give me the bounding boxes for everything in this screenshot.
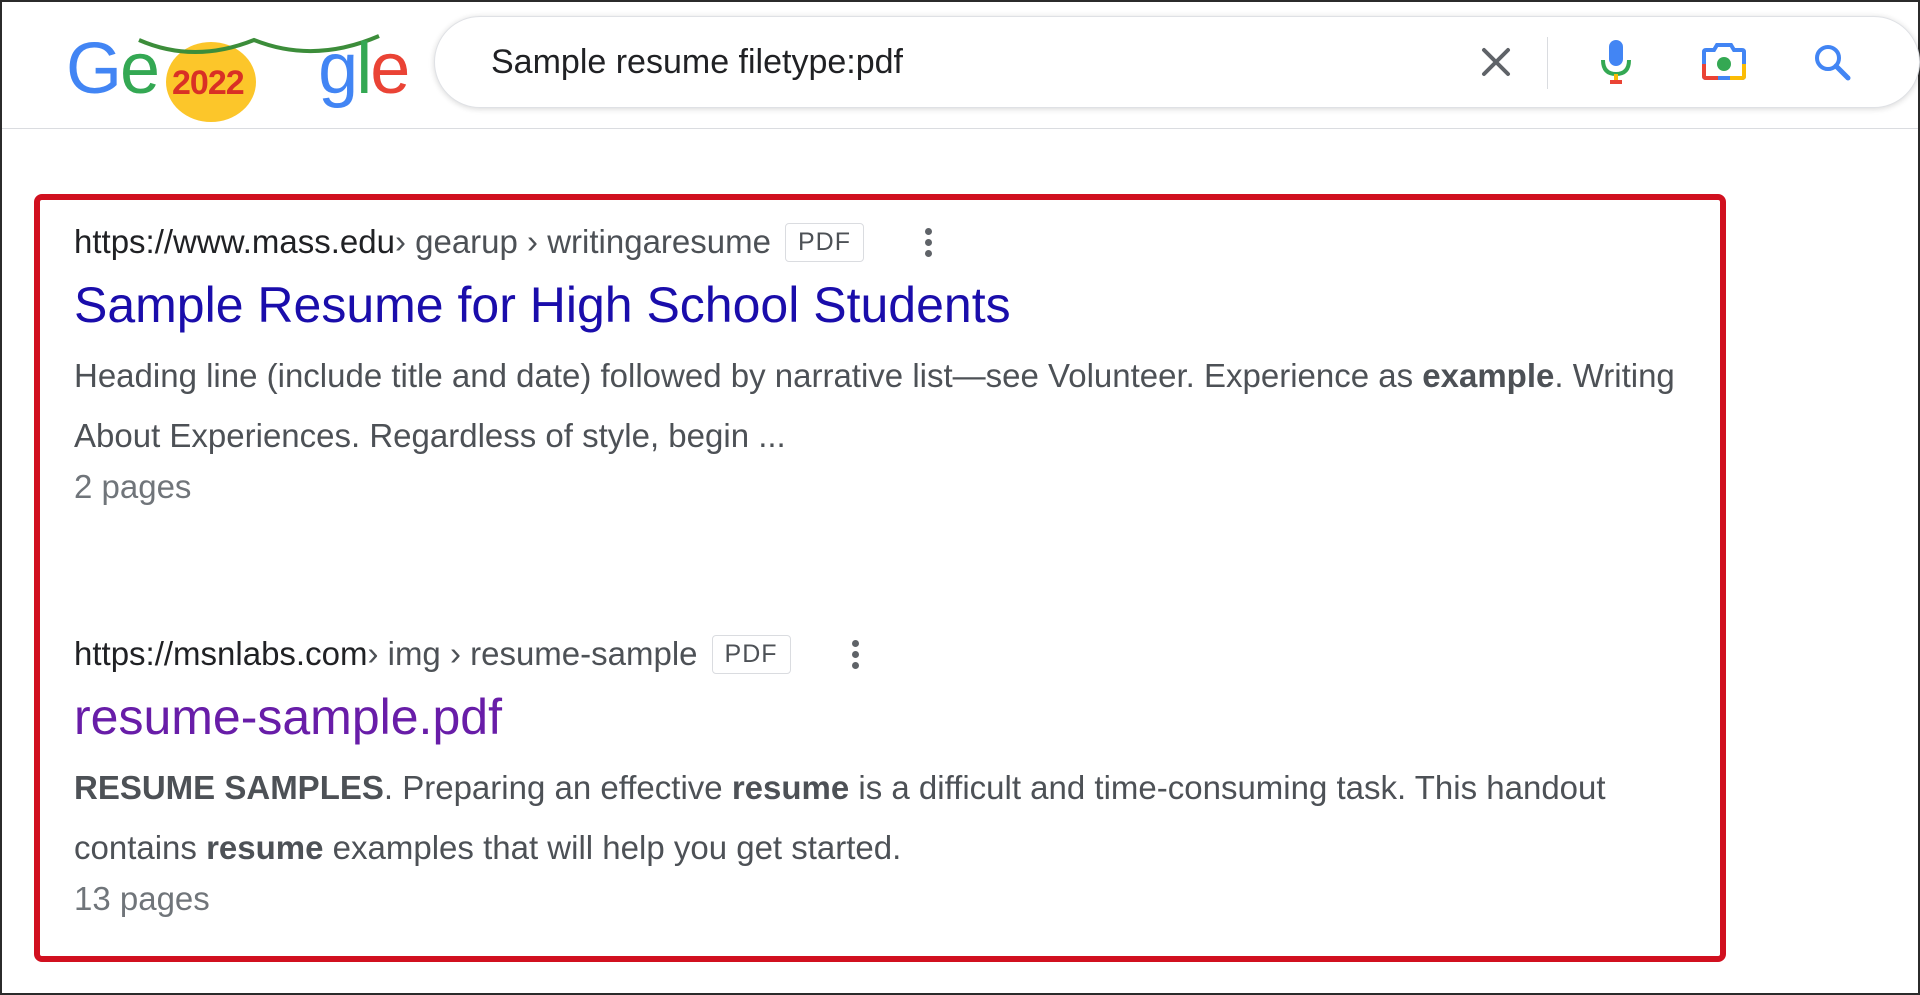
result-url[interactable]: https://www.mass.edu › gearup › writinga… (74, 222, 1714, 262)
clear-button[interactable] (1471, 37, 1521, 87)
result-domain: https://www.mass.edu (74, 223, 395, 260)
result-path: › img › resume-sample (367, 635, 698, 672)
snippet-text: Heading line (include title and date) fo… (74, 357, 1423, 394)
more-options-icon[interactable] (920, 222, 936, 262)
search-result: https://msnlabs.com › img › resume-sampl… (74, 634, 1714, 918)
camera-icon (1702, 43, 1746, 80)
result-title-link[interactable]: resume-sample.pdf (74, 688, 1714, 746)
result-domain: https://msnlabs.com (74, 635, 368, 672)
page-count: 2 pages (74, 468, 192, 505)
image-search-button[interactable] (1699, 37, 1749, 87)
highlighted-results-box: https://www.mass.edu › gearup › writinga… (34, 194, 1726, 962)
microphone-icon (1601, 40, 1631, 84)
search-header: Geoogle 2022 Sample resume filetype:pdf (2, 2, 1920, 129)
doodle-year: 2022 (172, 64, 245, 102)
voice-search-button[interactable] (1591, 37, 1641, 87)
search-submit-button[interactable] (1807, 37, 1857, 87)
search-input[interactable]: Sample resume filetype:pdf (491, 43, 903, 82)
result-path: › gearup › writingaresume (394, 223, 771, 260)
snippet-keyword: example (1422, 357, 1555, 394)
page-count: 13 pages (74, 880, 210, 917)
search-icon (1815, 45, 1851, 81)
snippet-keyword: resume (206, 829, 324, 866)
result-snippet: Heading line (include title and date) fo… (74, 346, 1714, 466)
search-divider (1547, 37, 1548, 89)
result-snippet: RESUME SAMPLES. Preparing an effective r… (74, 758, 1714, 878)
snippet-text: examples that will help you get started. (323, 829, 902, 866)
google-doodle-logo[interactable]: Geoogle 2022 (66, 24, 410, 122)
more-options-icon[interactable] (847, 634, 863, 674)
close-icon (1482, 48, 1510, 76)
file-type-badge: PDF (784, 222, 864, 262)
snippet-keyword: resume (731, 769, 850, 806)
search-box[interactable]: Sample resume filetype:pdf (434, 16, 1920, 108)
snippet-keyword: RESUME SAMPLES (74, 769, 384, 806)
search-result: https://www.mass.edu › gearup › writinga… (74, 222, 1714, 506)
result-title-link[interactable]: Sample Resume for High School Students (74, 276, 1714, 334)
file-type-badge: PDF (711, 634, 791, 674)
result-url[interactable]: https://msnlabs.com › img › resume-sampl… (74, 634, 1714, 674)
snippet-text: . Preparing an effective (383, 769, 732, 806)
